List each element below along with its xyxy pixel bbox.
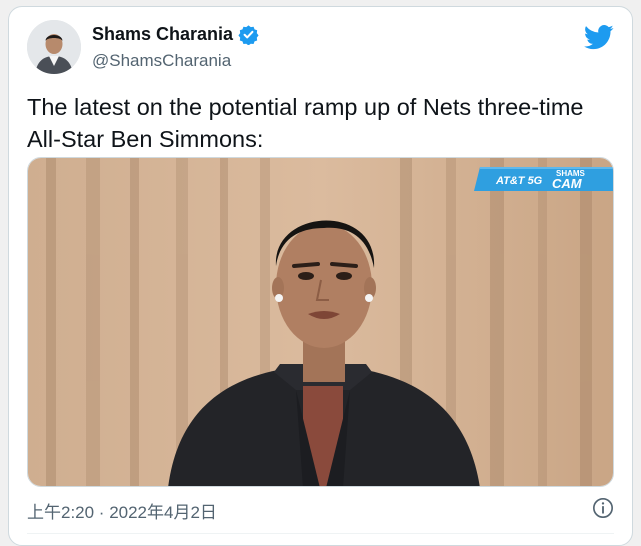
author-handle[interactable]: @ShamsCharania xyxy=(92,51,231,71)
video-frame: AT&T 5G SHAMS CAM xyxy=(28,158,613,486)
info-icon[interactable] xyxy=(592,497,614,519)
verified-badge-icon xyxy=(238,25,259,45)
avatar-image xyxy=(27,20,81,74)
tweet-media-video[interactable]: AT&T 5G SHAMS CAM xyxy=(27,157,614,487)
shams-cam-overlay xyxy=(474,167,613,191)
tweet-timestamp[interactable]: 上午2:20 · 2022年4月2日 xyxy=(27,498,217,523)
twitter-bird-icon[interactable] xyxy=(584,25,614,50)
author-name-row: Shams Charania xyxy=(92,24,259,45)
divider xyxy=(27,533,614,534)
avatar[interactable] xyxy=(27,20,81,74)
tweet-card: Shams Charania @ShamsCharania The latest… xyxy=(8,6,633,546)
author-display-name[interactable]: Shams Charania xyxy=(92,24,233,45)
overlay-brand-text: AT&T 5G xyxy=(495,175,543,187)
overlay-show-line2: CAM xyxy=(552,176,583,191)
tweet-text: The latest on the potential ramp up of N… xyxy=(27,94,584,152)
